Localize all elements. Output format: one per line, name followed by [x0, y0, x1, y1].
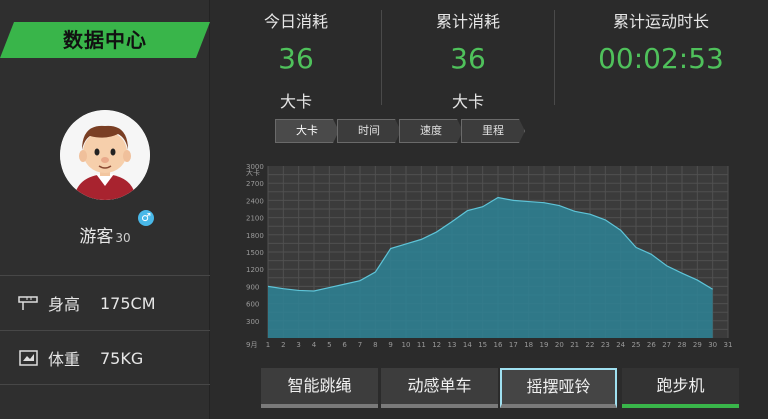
x-tick-label: 9: [388, 341, 392, 349]
user-name-line: 游客 30: [0, 222, 210, 247]
avatar[interactable]: [60, 110, 150, 200]
x-axis-label: 9月: [246, 341, 257, 349]
x-tick-label: 28: [678, 341, 687, 349]
divider: [554, 10, 555, 105]
metric-value: 00:02:53: [598, 42, 724, 75]
y-tick-label: 900: [246, 283, 259, 291]
x-tick-label: 1: [266, 341, 270, 349]
x-tick-label: 3: [296, 341, 300, 349]
treadmill-button[interactable]: 跑步机: [622, 368, 739, 408]
x-tick-label: 12: [432, 341, 441, 349]
x-tick-label: 6: [342, 341, 347, 349]
metric-title: 今日消耗: [263, 12, 328, 31]
y-tick-label: 2700: [246, 180, 264, 188]
metric-unit: 大卡: [279, 92, 312, 111]
weight-label: 体重: [48, 350, 81, 369]
y-tick-label: 2400: [246, 197, 264, 205]
page-title-banner: 数据中心: [0, 22, 210, 58]
y-axis-label: 大卡: [246, 168, 260, 177]
metric-title: 累计运动时长: [612, 12, 709, 31]
x-tick-label: 4: [312, 341, 317, 349]
metric-unit: 大卡: [451, 92, 484, 111]
x-tick-label: 17: [509, 341, 518, 349]
user-age: 30: [115, 231, 131, 245]
total-duration-metric: 累计运动时长 00:02:53: [576, 8, 746, 74]
today-calories-metric: 今日消耗 36 大卡: [211, 8, 381, 112]
metric-value: 36: [450, 42, 486, 75]
tab-calories[interactable]: 大卡: [275, 119, 339, 143]
height-row: 身高 175CM: [0, 276, 210, 330]
x-tick-label: 31: [724, 341, 733, 349]
x-tick-label: 27: [662, 341, 671, 349]
weight-value: 75KG: [100, 348, 144, 368]
x-tick-label: 22: [586, 341, 595, 349]
height-value: 175CM: [100, 293, 156, 313]
tab-distance[interactable]: 里程: [461, 119, 525, 143]
y-tick-label: 1500: [246, 249, 264, 257]
metric-value: 36: [278, 42, 314, 75]
x-tick-label: 16: [494, 341, 503, 349]
x-tick-label: 8: [373, 341, 377, 349]
tab-time[interactable]: 时间: [337, 119, 401, 143]
total-calories-metric: 累计消耗 36 大卡: [383, 8, 553, 112]
divider: [0, 384, 210, 385]
x-tick-label: 23: [601, 341, 610, 349]
x-tick-label: 24: [616, 341, 625, 349]
x-tick-label: 11: [417, 341, 426, 349]
x-tick-label: 30: [708, 341, 717, 349]
x-tick-label: 15: [478, 341, 487, 349]
x-tick-label: 20: [555, 341, 564, 349]
divider: [381, 10, 382, 105]
user-name: 游客: [79, 227, 114, 247]
y-tick-label: 300: [246, 318, 259, 326]
y-tick-label: 1800: [246, 232, 264, 240]
chart-tabs: 大卡 时间 速度 里程: [275, 119, 525, 143]
x-tick-label: 25: [632, 341, 641, 349]
x-tick-label: 2: [281, 341, 285, 349]
tab-speed[interactable]: 速度: [399, 119, 463, 143]
x-tick-label: 5: [327, 341, 331, 349]
page-title: 数据中心: [63, 28, 147, 52]
height-label: 身高: [48, 295, 81, 314]
x-tick-label: 14: [463, 341, 472, 349]
calories-chart: 3006009001200150018002100240027003000大卡1…: [246, 163, 733, 349]
x-tick-label: 26: [647, 341, 656, 349]
weight-scale-icon: [19, 350, 38, 366]
sidebar: 数据中心 ♂ 游客 30 身高 175CM 体重 75KG: [0, 0, 210, 419]
x-tick-label: 13: [448, 341, 457, 349]
x-tick-label: 7: [358, 341, 362, 349]
weight-row: 体重 75KG: [0, 331, 210, 385]
x-tick-label: 18: [524, 341, 533, 349]
x-tick-label: 29: [693, 341, 702, 349]
y-tick-label: 1200: [246, 266, 264, 274]
dumbbell-button[interactable]: 摇摆哑铃: [500, 368, 617, 408]
jump-rope-button[interactable]: 智能跳绳: [261, 368, 378, 408]
x-tick-label: 10: [402, 341, 411, 349]
y-tick-label: 600: [246, 301, 259, 309]
x-tick-label: 19: [540, 341, 549, 349]
spin-bike-button[interactable]: 动感单车: [381, 368, 498, 408]
metric-title: 累计消耗: [435, 12, 500, 31]
height-ruler-icon: [18, 296, 38, 310]
x-tick-label: 21: [570, 341, 579, 349]
y-tick-label: 2100: [246, 215, 264, 223]
